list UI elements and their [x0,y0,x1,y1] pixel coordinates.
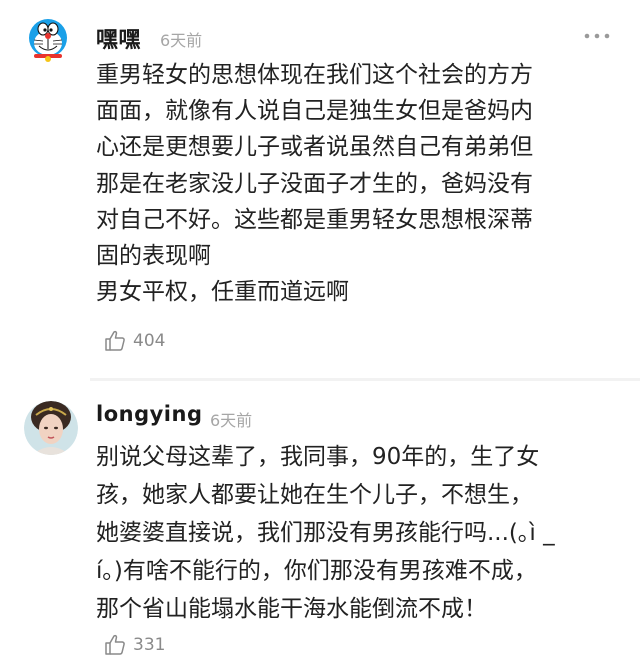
comment-item: 嘿嘿 6天前 重男轻女的思想体现在我们这个社会的方方 面面，就像有人说自己是独生… [0,0,640,378]
more-dots-icon [584,33,610,39]
comment-text: 别说父母这辈了，我同事，90年的，生了女 孩，她家人都要让她在生个儿子，不想生，… [96,444,555,622]
doraemon-avatar-icon [24,16,72,64]
thumbs-up-icon [105,634,125,655]
comment-text: 重男轻女的思想体现在我们这个社会的方方 面面，就像有人说自己是独生女但是爸妈内 … [96,62,533,306]
comment-item: longying 6天前 别说父母这辈了，我同事，90年的，生了女 孩，她家人都… [0,381,640,667]
avatar[interactable] [24,401,78,455]
username[interactable]: 嘿嘿 [96,22,141,54]
username[interactable]: longying [96,402,202,426]
portrait-avatar-icon [24,401,78,455]
like-button[interactable]: 331 [103,633,165,657]
like-count: 404 [133,331,166,351]
like-button[interactable]: 404 [103,329,165,353]
like-count: 331 [133,635,166,655]
timestamp: 6天前 [160,31,203,50]
avatar[interactable] [24,16,72,64]
timestamp: 6天前 [210,411,253,430]
more-options-button[interactable] [582,26,612,46]
thumbs-up-icon [105,330,125,351]
